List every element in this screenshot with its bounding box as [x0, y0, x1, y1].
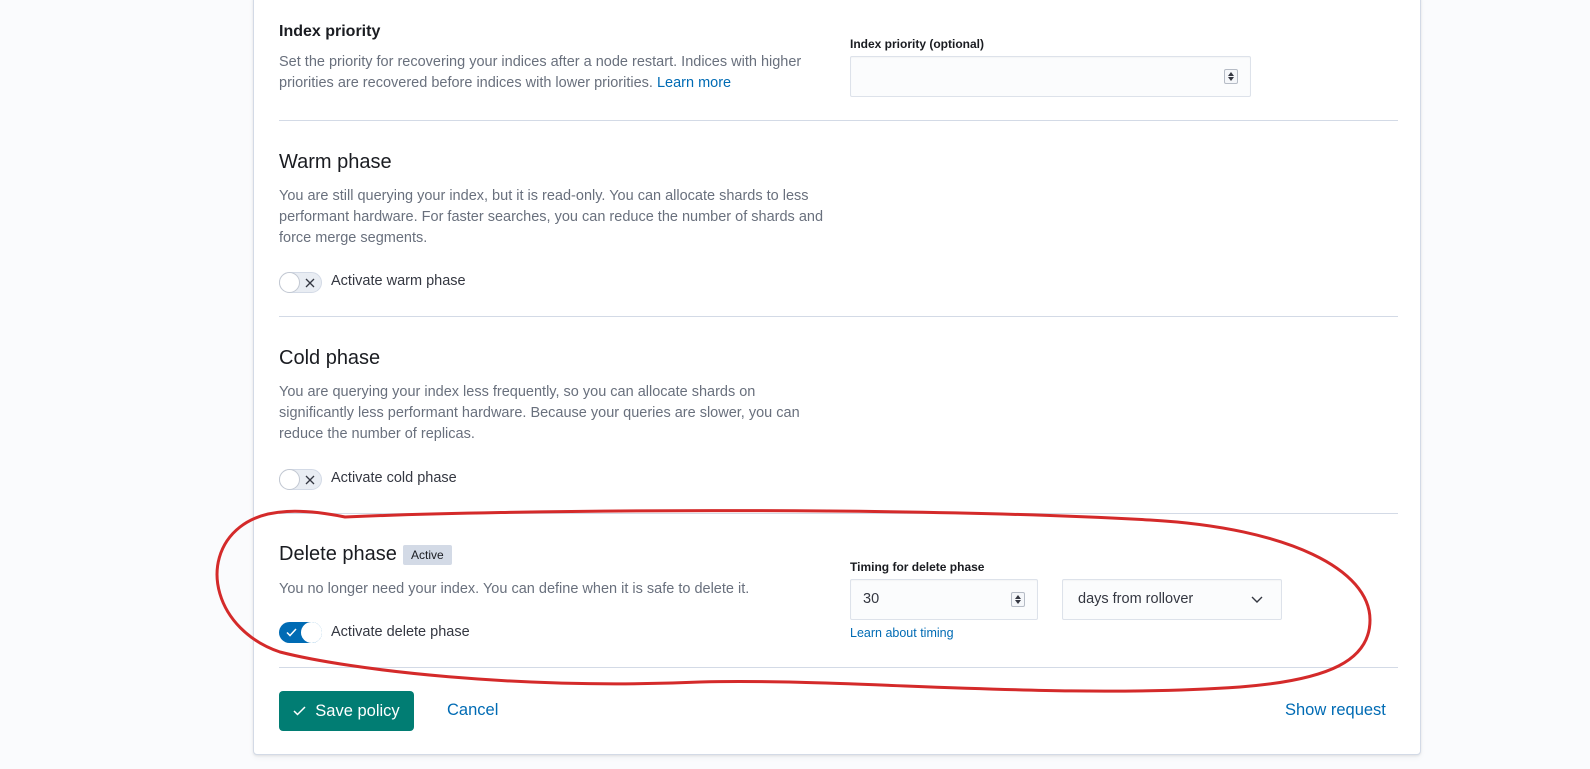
switch-knob [279, 469, 300, 490]
timing-unit-value: days from rollover [1078, 591, 1194, 607]
cross-icon [305, 278, 315, 288]
divider [279, 667, 1398, 668]
learn-more-link[interactable]: Learn more [657, 75, 731, 91]
save-policy-button[interactable]: Save policy [279, 691, 414, 731]
delete-phase-description: You no longer need your index. You can d… [279, 581, 750, 597]
cold-phase-title: Cold phase [279, 347, 381, 369]
cold-phase-switch[interactable] [279, 469, 322, 490]
status-badge: Active [403, 545, 452, 565]
show-request-button[interactable]: Show request [1285, 701, 1386, 720]
number-spinner-icon[interactable] [1224, 69, 1238, 84]
delete-phase-toggle-label: Activate delete phase [331, 624, 470, 640]
warm-phase-toggle-label: Activate warm phase [331, 273, 466, 289]
chevron-down-icon [1251, 596, 1263, 603]
divider [279, 513, 1398, 514]
warm-phase-switch[interactable] [279, 272, 322, 293]
delete-phase-switch[interactable] [279, 622, 322, 643]
delete-phase-title: Delete phase [279, 543, 397, 565]
switch-knob [279, 272, 300, 293]
index-priority-input[interactable] [850, 56, 1251, 97]
learn-about-timing-link[interactable]: Learn about timing [850, 626, 954, 640]
check-icon [286, 628, 297, 637]
cancel-button[interactable]: Cancel [447, 701, 498, 720]
timing-number-input[interactable]: 30 [850, 579, 1038, 620]
index-priority-label: Index priority (optional) [850, 37, 984, 51]
timing-value: 30 [863, 591, 880, 607]
divider [279, 316, 1398, 317]
number-spinner-icon[interactable] [1011, 592, 1025, 607]
cold-phase-toggle-label: Activate cold phase [331, 470, 457, 486]
save-policy-label: Save policy [315, 701, 400, 720]
warm-phase-description: You are still querying your index, but i… [279, 188, 824, 246]
policy-panel [253, 0, 1421, 755]
timing-unit-select[interactable]: days from rollover [1062, 579, 1282, 620]
divider [279, 120, 1398, 121]
index-priority-description: Set the priority for recovering your ind… [279, 52, 824, 94]
index-priority-title: Index priority [279, 23, 381, 40]
cold-phase-description: You are querying your index less frequen… [279, 384, 800, 442]
switch-knob [301, 622, 322, 643]
check-icon [293, 706, 306, 716]
warm-phase-title: Warm phase [279, 151, 392, 173]
timing-label: Timing for delete phase [850, 560, 985, 574]
cross-icon [305, 475, 315, 485]
